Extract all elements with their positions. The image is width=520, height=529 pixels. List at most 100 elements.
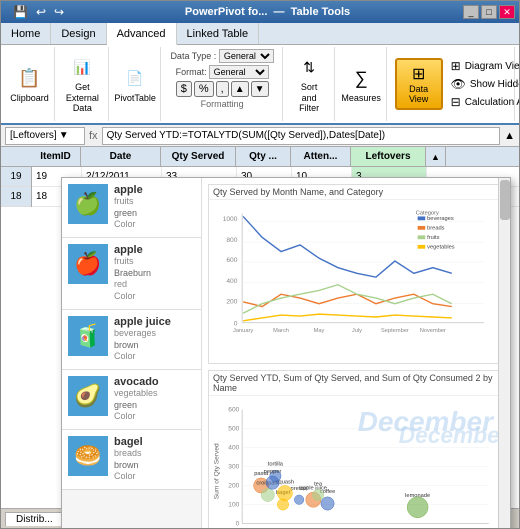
svg-text:May: May: [314, 328, 325, 334]
percent-button[interactable]: %: [194, 81, 214, 97]
tab-design[interactable]: Design: [51, 23, 106, 44]
currency-button[interactable]: $: [176, 81, 192, 97]
fx-label: fx: [89, 130, 98, 142]
app-window: 💾 ↩ ↪ PowerPivot fo... — Table Tools _ □…: [0, 0, 520, 529]
ribbon-tabs: Home Design Advanced Linked Table: [1, 23, 519, 45]
card-image-avocado: 🥑: [68, 376, 108, 416]
col-header-attendance[interactable]: Atten...: [291, 147, 351, 166]
measures-button[interactable]: ∑ Measures: [337, 63, 385, 106]
col-header-add[interactable]: ▲: [426, 147, 446, 166]
bubble-chart-title: Qty Served YTD, Sum of Qty Served, and S…: [209, 371, 503, 396]
measures-label: Measures: [341, 93, 381, 104]
data-type-select[interactable]: General: [219, 49, 274, 63]
sort-filter-icon: ⇅: [295, 54, 323, 82]
scroll-thumb[interactable]: [500, 180, 510, 220]
svg-text:tea: tea: [314, 481, 323, 487]
list-item[interactable]: 🍎 apple fruits Braeburn red Color: [62, 238, 201, 310]
card-image-apple1: 🍏: [68, 184, 108, 224]
clipboard-icon: 📋: [16, 65, 44, 93]
svg-text:300: 300: [228, 463, 239, 470]
list-item[interactable]: 🥑 avocado vegetables green Color: [62, 370, 201, 430]
card-info-apple1: apple fruits green Color: [114, 184, 195, 231]
pivot-icon: 📄: [121, 65, 149, 93]
undo-icon[interactable]: ↩: [34, 5, 48, 19]
svg-text:Category: Category: [416, 211, 439, 217]
comma-button[interactable]: ,: [216, 81, 229, 97]
save-icon[interactable]: 💾: [11, 5, 30, 19]
svg-text:200: 200: [228, 482, 239, 489]
list-item[interactable]: 🥯 bagel breads brown Color: [62, 430, 201, 490]
svg-text:breads: breads: [427, 226, 445, 232]
quick-access-toolbar: 💾 ↩ ↪: [5, 5, 72, 19]
svg-text:tortilla: tortilla: [268, 462, 284, 468]
card-name: bagel: [114, 436, 195, 448]
data-type-label: Data Type : General: [170, 49, 273, 63]
list-item[interactable]: 🍏 apple fruits green Color: [62, 178, 201, 238]
diagram-view-label: Diagram View: [465, 61, 520, 72]
format-buttons: $ % , ▲ ▼: [176, 81, 269, 97]
col-header-date[interactable]: Date: [81, 147, 161, 166]
dec-increase-button[interactable]: ▲: [231, 81, 249, 97]
svg-text:lemonade: lemonade: [405, 493, 430, 499]
ribbon-group-pivot: 📄 PivotTable: [111, 47, 161, 121]
row-num-1: 19: [1, 167, 31, 187]
dec-decrease-button[interactable]: ▼: [251, 81, 269, 97]
card-name: apple juice: [114, 316, 195, 328]
line-chart-body: 0 200 400 600 800 1000: [209, 200, 503, 360]
overlay-panel: 🍏 apple fruits green Color 🍎 apple: [61, 177, 511, 528]
card-info-juice: apple juice beverages brown Color: [114, 316, 195, 363]
minimize-button[interactable]: _: [463, 5, 479, 19]
card-info-apple2: apple fruits Braeburn red Color: [114, 244, 195, 303]
ribbon-group-view: ⊞ DataView ⊞ Diagram View 👁 Show Hidden …: [389, 47, 515, 121]
clipboard-button[interactable]: 📋 Clipboard: [6, 63, 53, 106]
data-view-icon: ⊞: [412, 64, 425, 84]
formatting-label: Formatting: [201, 99, 244, 109]
window-controls: _ □ ✕: [463, 5, 515, 19]
svg-text:600: 600: [226, 257, 237, 264]
svg-text:December: December: [399, 422, 503, 448]
ribbon-group-external-data: 📊 Get ExternalData: [57, 47, 109, 121]
diagram-view-button[interactable]: ⊞ Diagram View: [447, 58, 520, 74]
col-header-qty-served[interactable]: Qty Served: [161, 147, 236, 166]
calculation-area-button[interactable]: ⊟ Calculation Area: [447, 94, 520, 110]
get-external-data-button[interactable]: 📊 Get ExternalData: [62, 52, 103, 116]
svg-text:beverages: beverages: [427, 216, 454, 222]
col-header-itemid[interactable]: ItemID: [31, 147, 81, 166]
ribbon-group-clipboard: 📋 Clipboard: [5, 47, 55, 121]
data-view-button[interactable]: ⊞ DataView: [395, 58, 443, 110]
show-hidden-button[interactable]: 👁 Show Hidden: [447, 76, 520, 92]
show-hidden-icon: 👁: [451, 77, 466, 91]
formula-content: Qty Served YTD:=TOTALYTD(SUM([Qty Served…: [102, 127, 501, 145]
column-headers: ItemID Date Qty Served Qty ... Atten... …: [1, 147, 519, 167]
close-button[interactable]: ✕: [499, 5, 515, 19]
col-header-leftovers[interactable]: Leftovers: [351, 147, 426, 166]
name-box[interactable]: [Leftovers] ▼: [5, 127, 85, 145]
svg-text:200: 200: [226, 299, 237, 306]
pivot-label: PivotTable: [114, 93, 156, 104]
tab-linked-table[interactable]: Linked Table: [177, 23, 260, 44]
clipboard-label: Clipboard: [10, 93, 49, 104]
sort-filter-button[interactable]: ⇅ Sort andFilter: [289, 52, 329, 116]
charts-area: Qty Served by Month Name, and Category 0…: [202, 178, 510, 528]
redo-icon[interactable]: ↪: [52, 5, 66, 19]
bubble-chart-container: Qty Served YTD, Sum of Qty Served, and S…: [208, 370, 504, 528]
window-title: PowerPivot fo... — Table Tools: [72, 6, 463, 18]
line-chart-svg: 0 200 400 600 800 1000: [209, 200, 503, 360]
format-select[interactable]: General: [209, 65, 269, 79]
sheet-tab-distrib[interactable]: Distrib...: [5, 512, 64, 526]
spreadsheet-area: ItemID Date Qty Served Qty ... Atten... …: [1, 147, 519, 528]
card-info-bagel: bagel breads brown Color: [114, 436, 195, 483]
list-item[interactable]: 🧃 apple juice beverages brown Color: [62, 310, 201, 370]
diagram-view-icon: ⊞: [451, 59, 461, 73]
ribbon: 📋 Clipboard 📊 Get ExternalData 📄 PivotTa…: [1, 45, 519, 125]
card-name: apple: [114, 244, 195, 256]
scrollbar[interactable]: [498, 178, 510, 528]
formula-bar-arrow: ▲: [504, 130, 515, 142]
maximize-button[interactable]: □: [481, 5, 497, 19]
tab-advanced[interactable]: Advanced: [107, 23, 177, 45]
svg-text:400: 400: [228, 444, 239, 451]
external-data-icon: 📊: [68, 54, 96, 82]
tab-home[interactable]: Home: [1, 23, 51, 44]
pivot-table-button[interactable]: 📄 PivotTable: [110, 63, 160, 106]
col-header-qty[interactable]: Qty ...: [236, 147, 291, 166]
